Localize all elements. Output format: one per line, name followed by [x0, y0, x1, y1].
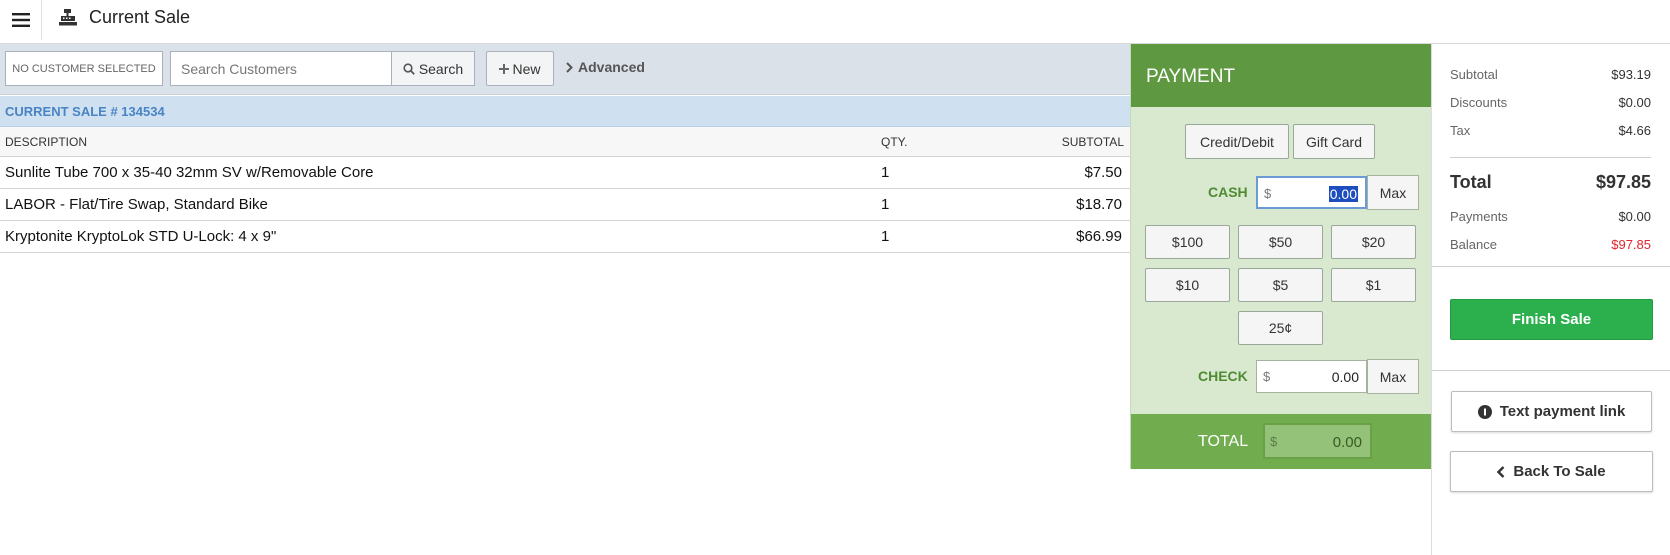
text-payment-link-button[interactable]: Text payment link	[1451, 391, 1652, 432]
currency-symbol: $	[1270, 434, 1278, 449]
discounts-label: Discounts	[1450, 95, 1508, 110]
quick-cash-5-button[interactable]: $5	[1238, 268, 1323, 302]
table-row[interactable]: Kryptonite KryptoLok STD U-Lock: 4 x 9" …	[0, 221, 1130, 253]
info-icon	[1477, 404, 1492, 419]
column-description: DESCRIPTION	[5, 135, 88, 149]
cash-max-button[interactable]: Max	[1367, 175, 1419, 210]
hamburger-menu-icon	[11, 13, 30, 27]
current-sale-title: CURRENT SALE # 134534	[5, 104, 165, 119]
check-max-button[interactable]: Max	[1367, 359, 1419, 394]
check-label: CHECK	[1198, 368, 1248, 384]
column-qty: QTY.	[881, 135, 908, 149]
item-subtotal: $7.50	[1084, 164, 1122, 181]
search-icon	[403, 62, 415, 75]
page-title: Current Sale	[89, 7, 191, 27]
payment-total-bar: TOTAL $ 0.00	[1131, 414, 1432, 469]
table-row[interactable]: Sunlite Tube 700 x 35-40 32mm SV w/Remov…	[0, 157, 1130, 189]
total-label: Total	[1450, 172, 1492, 192]
quick-cash-10-button[interactable]: $10	[1145, 268, 1230, 302]
cash-amount-value: 0.00	[1328, 186, 1358, 202]
chevron-right-icon	[566, 61, 573, 73]
payment-total-value: 0.00	[1332, 434, 1362, 451]
cash-label: CASH	[1208, 184, 1248, 200]
summary-discounts: Discounts $0.00	[1450, 95, 1651, 110]
menu-button[interactable]	[0, 0, 42, 40]
item-qty[interactable]: 1	[881, 164, 889, 181]
sale-summary-panel: Subtotal $93.19 Discounts $0.00 Tax $4.6…	[1431, 44, 1670, 555]
search-button-label: Search	[418, 60, 464, 77]
back-to-sale-button[interactable]: Back To Sale	[1450, 451, 1653, 492]
payment-title: PAYMENT	[1131, 44, 1432, 107]
table-row[interactable]: LABOR - Flat/Tire Swap, Standard Bike 1 …	[0, 189, 1130, 221]
check-amount-value: 0.00	[1331, 369, 1359, 385]
currency-symbol: $	[1263, 369, 1271, 384]
summary-subtotal: Subtotal $93.19	[1450, 67, 1651, 82]
customer-bar: NO CUSTOMER SELECTED Search New Advanced	[0, 44, 1130, 95]
payments-value: $0.00	[1618, 209, 1651, 224]
payment-total-label: TOTAL	[1198, 433, 1249, 450]
table-header: DESCRIPTION QTY. SUBTOTAL	[0, 127, 1130, 157]
summary-section-divider	[1432, 370, 1670, 371]
new-customer-button[interactable]: New	[486, 51, 554, 86]
item-subtotal: $18.70	[1076, 196, 1122, 213]
current-sale-header: CURRENT SALE # 134534	[0, 96, 1130, 127]
item-qty[interactable]: 1	[881, 228, 889, 245]
cash-register-icon	[59, 9, 77, 26]
item-subtotal: $66.99	[1076, 228, 1122, 245]
check-amount-input[interactable]: $ 0.00	[1256, 360, 1367, 393]
no-customer-selected-button[interactable]: NO CUSTOMER SELECTED	[5, 51, 163, 86]
chevron-left-icon	[1497, 465, 1505, 478]
gift-card-button[interactable]: Gift Card	[1293, 124, 1375, 159]
top-bar: Current Sale	[0, 0, 1670, 44]
search-customers-input[interactable]	[170, 51, 392, 86]
advanced-label: Advanced	[578, 59, 645, 75]
quick-cash-100-button[interactable]: $100	[1145, 225, 1230, 259]
summary-divider	[1450, 157, 1651, 158]
quick-cash-20-button[interactable]: $20	[1331, 225, 1416, 259]
credit-debit-button[interactable]: Credit/Debit	[1185, 124, 1289, 159]
finish-sale-button[interactable]: Finish Sale	[1450, 299, 1653, 340]
search-button[interactable]: Search	[391, 51, 475, 86]
payments-label: Payments	[1450, 209, 1508, 224]
discounts-value: $0.00	[1618, 95, 1651, 110]
total-value: $97.85	[1595, 172, 1651, 192]
tax-value: $4.66	[1618, 123, 1651, 138]
subtotal-label: Subtotal	[1450, 67, 1498, 82]
column-subtotal: SUBTOTAL	[1061, 135, 1124, 149]
cash-amount-input[interactable]: $ 0.00	[1256, 176, 1367, 209]
item-description[interactable]: Kryptonite KryptoLok STD U-Lock: 4 x 9"	[5, 228, 276, 245]
currency-symbol: $	[1264, 186, 1272, 201]
quick-cash-50-button[interactable]: $50	[1238, 225, 1323, 259]
summary-total: Total $97.85	[1450, 172, 1651, 193]
advanced-search-link[interactable]: Advanced	[566, 59, 645, 75]
plus-icon	[499, 63, 510, 74]
tax-label: Tax	[1450, 123, 1471, 138]
payment-panel: PAYMENT Credit/Debit Gift Card CASH $ 0.…	[1130, 44, 1432, 469]
balance-value: $97.85	[1611, 237, 1651, 252]
subtotal-value: $93.19	[1611, 67, 1651, 82]
summary-section-divider	[1432, 266, 1670, 267]
item-qty[interactable]: 1	[881, 196, 889, 213]
new-button-label: New	[512, 60, 541, 77]
item-description[interactable]: LABOR - Flat/Tire Swap, Standard Bike	[5, 196, 268, 213]
balance-label: Balance	[1450, 237, 1497, 252]
payment-total-field: $ 0.00	[1263, 423, 1372, 459]
quick-cash-25c-button[interactable]: 25¢	[1238, 311, 1323, 345]
summary-payments: Payments $0.00	[1450, 209, 1651, 224]
quick-cash-1-button[interactable]: $1	[1331, 268, 1416, 302]
summary-balance: Balance $97.85	[1450, 237, 1651, 252]
text-payment-link-label: Text payment link	[1499, 403, 1626, 420]
back-to-sale-label: Back To Sale	[1513, 463, 1606, 480]
summary-tax: Tax $4.66	[1450, 123, 1651, 138]
item-description[interactable]: Sunlite Tube 700 x 35-40 32mm SV w/Remov…	[5, 164, 374, 181]
